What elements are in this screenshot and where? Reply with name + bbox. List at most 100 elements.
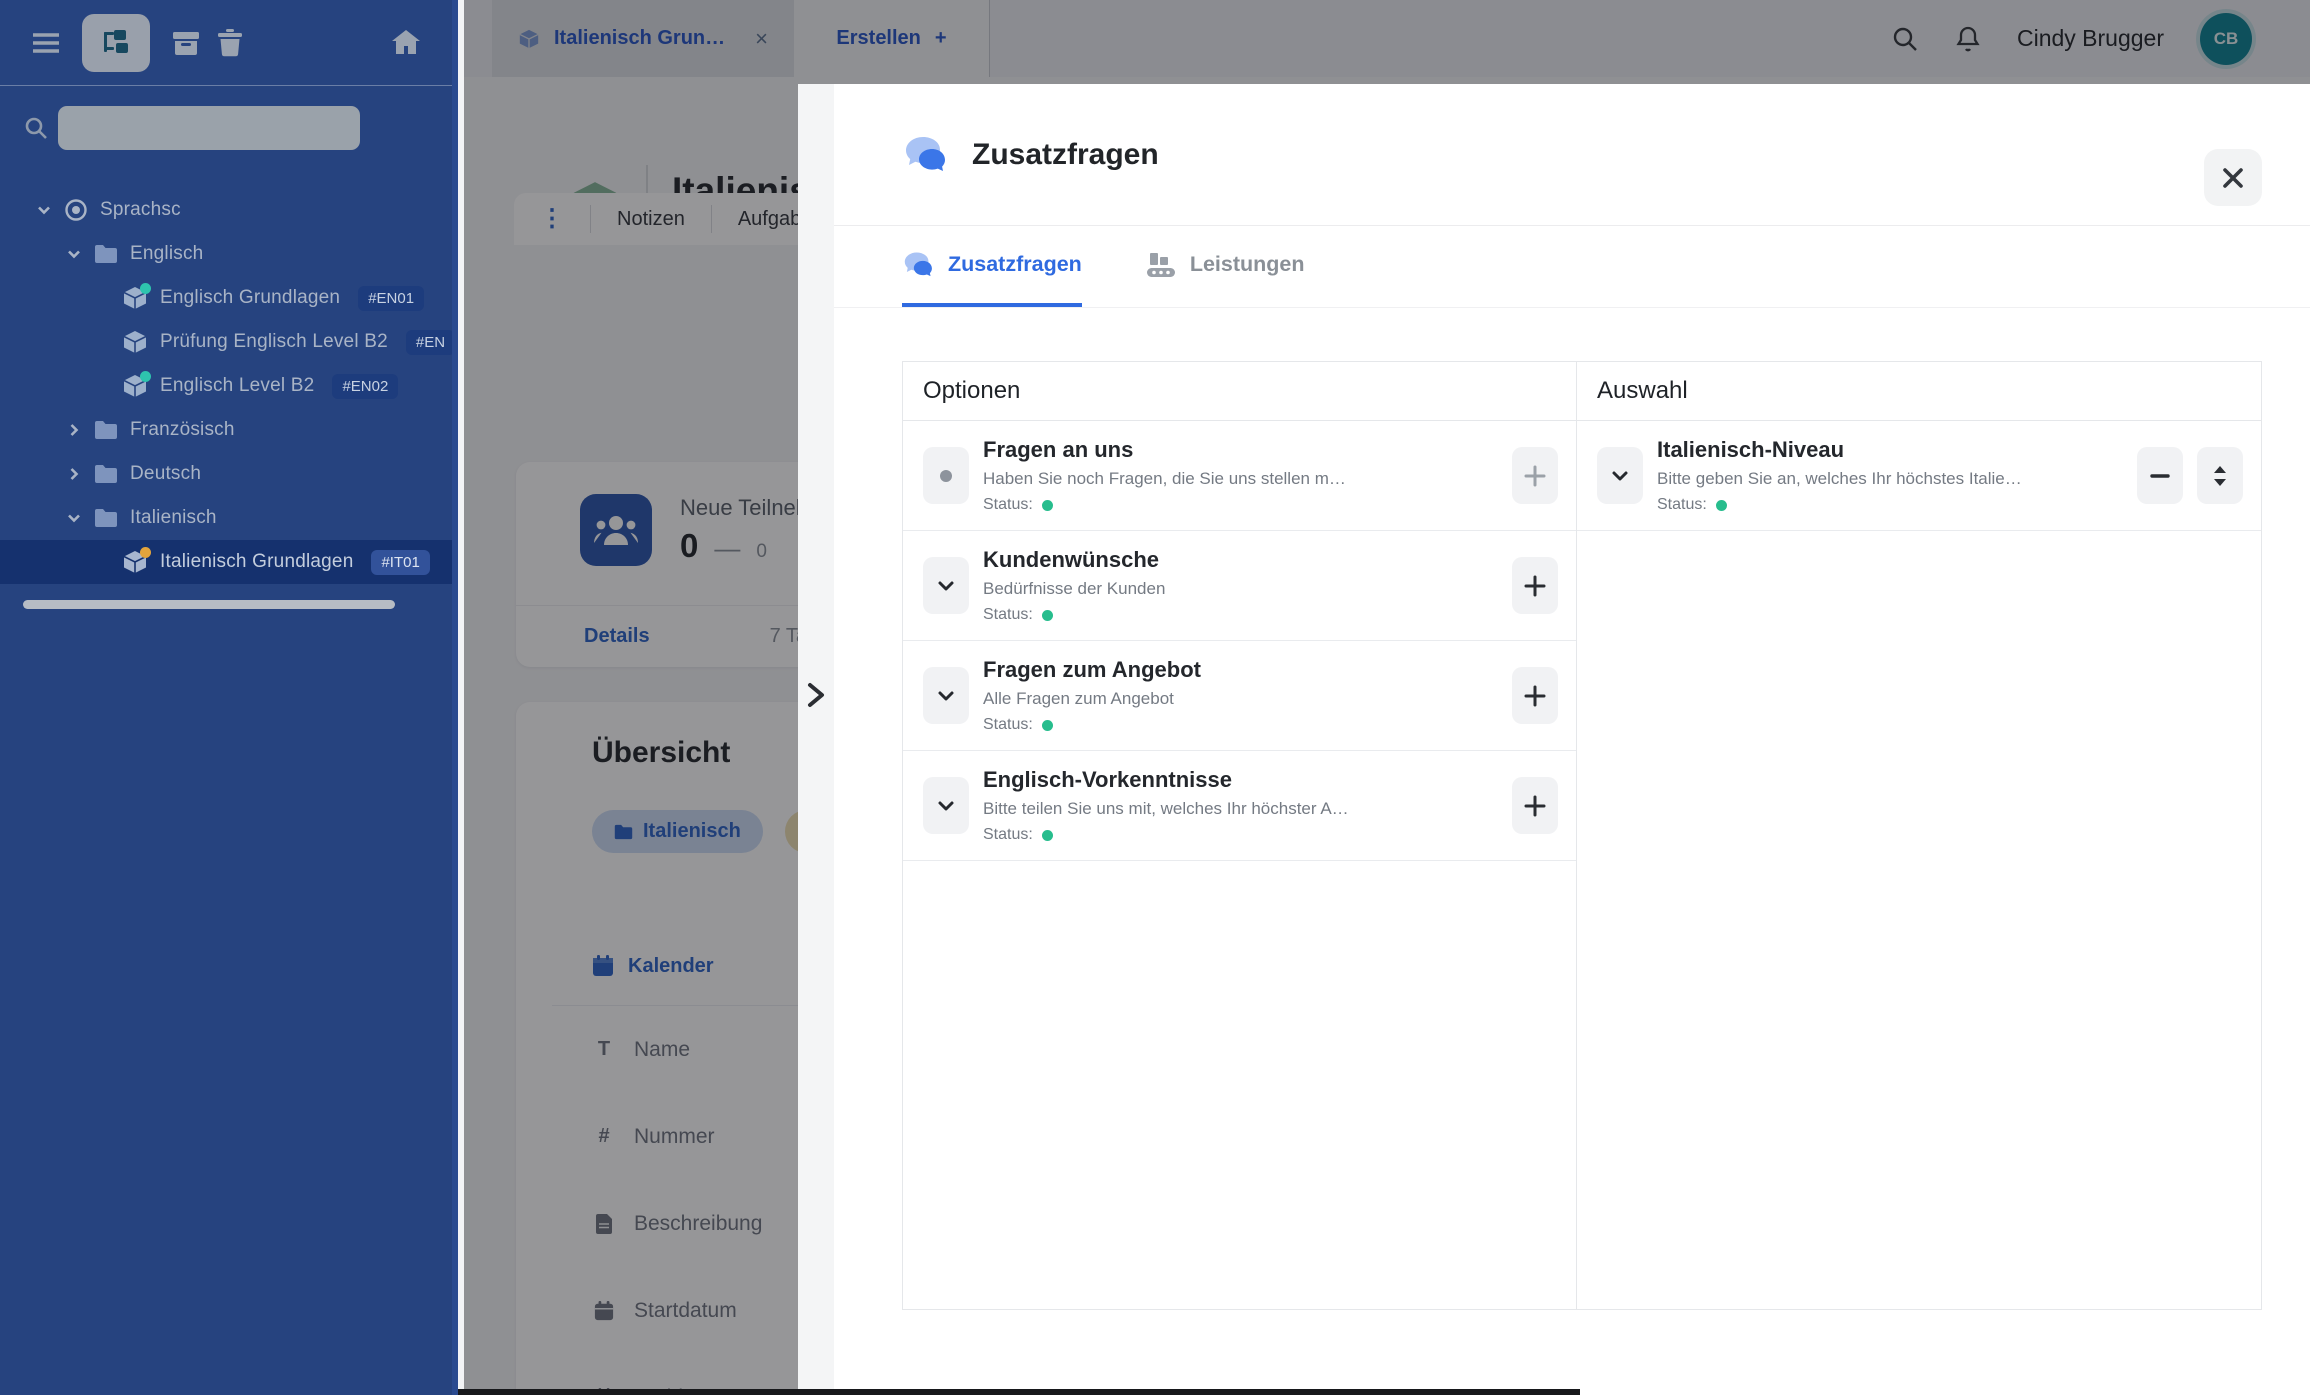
close-icon bbox=[2221, 166, 2245, 190]
tab-zusatzfragen[interactable]: Zusatzfragen bbox=[902, 226, 1082, 307]
package-icon bbox=[122, 286, 148, 310]
expand-button[interactable] bbox=[923, 667, 969, 724]
tree-item-label: Deutsch bbox=[130, 463, 201, 485]
sort-arrows-icon bbox=[2211, 465, 2229, 487]
tree-item-label: Französisch bbox=[130, 419, 235, 441]
option-kundenwuensche: Kundenwünsche Bedürfnisse der Kunden Sta… bbox=[903, 531, 1576, 641]
sidebar-toolbar bbox=[0, 0, 452, 86]
conveyor-icon bbox=[1146, 251, 1176, 279]
chevron-down-icon[interactable] bbox=[66, 246, 82, 262]
archive-button[interactable] bbox=[164, 15, 208, 71]
dot-icon bbox=[940, 470, 952, 482]
tree-item-italienisch-grundlagen[interactable]: Italienisch Grundlagen #IT01 bbox=[0, 540, 452, 584]
tree-item-deutsch[interactable]: Deutsch bbox=[0, 452, 452, 496]
add-option-button[interactable] bbox=[1512, 667, 1558, 724]
options-panels: Optionen Fragen an uns Haben Sie noch Fr… bbox=[902, 361, 2262, 1310]
archive-icon bbox=[172, 30, 200, 56]
hamburger-icon bbox=[31, 31, 61, 55]
course-tag: #EN01 bbox=[358, 286, 424, 311]
tree-item-pruefung-englisch[interactable]: Prüfung Englisch Level B2 #EN bbox=[0, 320, 452, 364]
option-title: Italienisch-Niveau bbox=[1657, 437, 2123, 463]
option-title: Fragen zum Angebot bbox=[983, 657, 1498, 683]
chevron-down-icon[interactable] bbox=[36, 202, 52, 218]
folder-icon bbox=[94, 420, 118, 440]
modal-header: Zusatzfragen bbox=[834, 84, 2310, 226]
status-label: Status: bbox=[983, 606, 1033, 624]
plus-icon bbox=[1524, 575, 1546, 597]
target-icon bbox=[64, 198, 88, 222]
zusatzfragen-drawer: Zusatzfragen Zusatzfragen Leistungen bbox=[798, 84, 2310, 1395]
remove-option-button[interactable] bbox=[2137, 447, 2183, 504]
optionen-header: Optionen bbox=[903, 362, 1576, 421]
menu-button[interactable] bbox=[24, 15, 68, 71]
option-fragen-an-uns: Fragen an uns Haben Sie noch Fragen, die… bbox=[903, 421, 1576, 531]
option-description: Alle Fragen zum Angebot bbox=[983, 689, 1498, 709]
tab-label: Zusatzfragen bbox=[948, 252, 1082, 277]
tree-item-label: Englisch Level B2 bbox=[160, 375, 314, 397]
course-tag: #EN bbox=[406, 330, 455, 355]
tree-horizontal-scrollbar[interactable] bbox=[23, 600, 395, 609]
auswahl-header: Auswahl bbox=[1577, 362, 2261, 421]
tab-label: Leistungen bbox=[1190, 252, 1305, 277]
add-option-button[interactable] bbox=[1512, 777, 1558, 834]
option-description: Haben Sie noch Fragen, die Sie uns stell… bbox=[983, 469, 1498, 489]
chevron-right-icon[interactable] bbox=[66, 466, 82, 482]
reorder-button[interactable] bbox=[2197, 447, 2243, 504]
tree-item-englisch-level-b2[interactable]: Englisch Level B2 #EN02 bbox=[0, 364, 452, 408]
modal-close-button[interactable] bbox=[2204, 149, 2262, 206]
add-option-button[interactable] bbox=[1512, 447, 1558, 504]
status-dot bbox=[1042, 720, 1053, 731]
trash-button[interactable] bbox=[208, 15, 252, 71]
option-description: Bitte geben Sie an, welches Ihr höchstes… bbox=[1657, 469, 2123, 489]
tree-view-button[interactable] bbox=[82, 14, 150, 72]
expand-button[interactable] bbox=[1597, 447, 1643, 504]
tree-item-franzoesisch[interactable]: Französisch bbox=[0, 408, 452, 452]
expand-button[interactable] bbox=[923, 777, 969, 834]
chevron-down-icon[interactable] bbox=[66, 510, 82, 526]
status-dot bbox=[140, 547, 151, 558]
option-title: Fragen an uns bbox=[983, 437, 1498, 463]
add-option-button[interactable] bbox=[1512, 557, 1558, 614]
optionen-column: Optionen Fragen an uns Haben Sie noch Fr… bbox=[903, 362, 1577, 1309]
status-dot bbox=[1042, 610, 1053, 621]
selected-italienisch-niveau: Italienisch-Niveau Bitte geben Sie an, w… bbox=[1577, 421, 2261, 531]
option-description: Bitte teilen Sie uns mit, welches Ihr hö… bbox=[983, 799, 1498, 819]
package-icon bbox=[122, 330, 148, 354]
plus-icon bbox=[1524, 795, 1546, 817]
course-tag: #EN02 bbox=[332, 374, 398, 399]
expand-button[interactable] bbox=[923, 447, 969, 504]
status-dot bbox=[140, 283, 151, 294]
tree-item-label: Englisch bbox=[130, 243, 203, 265]
status-dot bbox=[1716, 500, 1727, 511]
chevron-down-icon bbox=[936, 576, 956, 596]
tab-leistungen[interactable]: Leistungen bbox=[1146, 226, 1305, 307]
folder-icon bbox=[94, 244, 118, 264]
tree-item-englisch-grundlagen[interactable]: Englisch Grundlagen #EN01 bbox=[0, 276, 452, 320]
plus-icon bbox=[1524, 465, 1546, 487]
tree-item-englisch[interactable]: Englisch bbox=[0, 232, 452, 276]
option-fragen-zum-angebot: Fragen zum Angebot Alle Fragen zum Angeb… bbox=[903, 641, 1576, 751]
chevron-down-icon bbox=[936, 686, 956, 706]
tree-item-label: Italienisch Grundlagen bbox=[160, 551, 353, 573]
option-title: Kundenwünsche bbox=[983, 547, 1498, 573]
modal-tabs: Zusatzfragen Leistungen bbox=[834, 226, 2310, 308]
tree-item-sprachschule[interactable]: Sprachsc bbox=[0, 188, 452, 232]
drawer-collapse-handle[interactable] bbox=[798, 84, 834, 1395]
chevron-down-icon bbox=[1610, 466, 1630, 486]
tree-item-italienisch[interactable]: Italienisch bbox=[0, 496, 452, 540]
folder-icon bbox=[94, 508, 118, 528]
tree-search-input[interactable] bbox=[58, 106, 360, 150]
chevron-right-icon[interactable] bbox=[66, 422, 82, 438]
chat-bubbles-icon bbox=[902, 251, 934, 279]
window-bottom-strip bbox=[458, 1389, 1580, 1395]
status-label: Status: bbox=[1657, 496, 1707, 514]
tree-item-label: Englisch Grundlagen bbox=[160, 287, 340, 309]
package-icon bbox=[122, 374, 148, 398]
home-button[interactable] bbox=[384, 15, 428, 71]
option-title: Englisch-Vorkenntnisse bbox=[983, 767, 1498, 793]
expand-button[interactable] bbox=[923, 557, 969, 614]
trash-icon bbox=[217, 29, 243, 57]
minus-icon bbox=[2149, 465, 2171, 487]
chat-bubbles-icon bbox=[902, 135, 948, 175]
option-englisch-vorkenntnisse: Englisch-Vorkenntnisse Bitte teilen Sie … bbox=[903, 751, 1576, 861]
